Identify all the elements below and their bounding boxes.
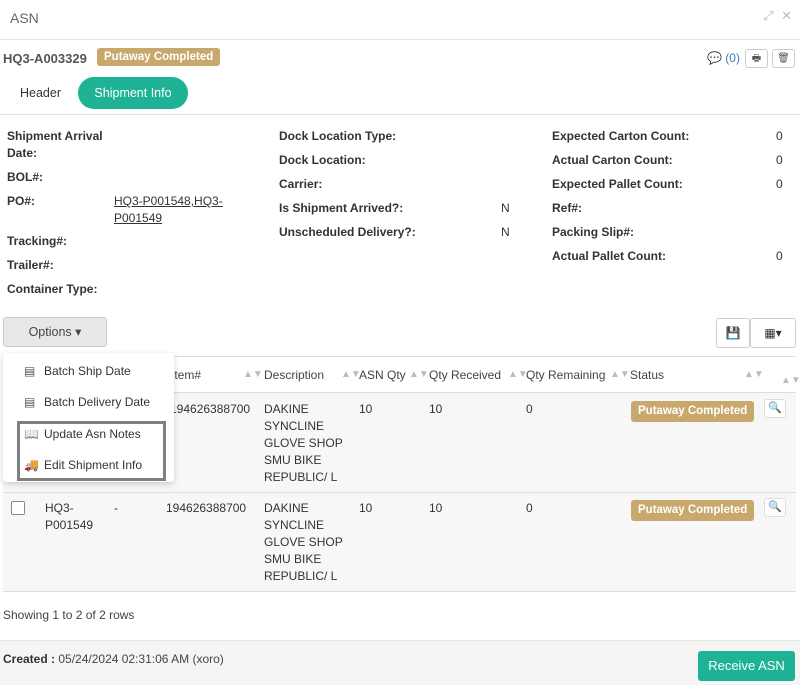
expected-carton-count-value: 0 — [776, 129, 783, 143]
row-dash: - — [114, 501, 118, 515]
footer: Created : 05/24/2024 02:31:06 AM (xoro) … — [0, 640, 800, 685]
sort-icon[interactable]: ▲▼ — [409, 357, 429, 393]
qty-remaining: 0 — [526, 402, 533, 416]
item-number: 194626388700 — [170, 402, 251, 416]
pagination-info: Showing 1 to 2 of 2 rows — [3, 608, 135, 622]
field-expected-carton-count: Expected Carton Count: — [552, 129, 690, 143]
asn-number: HQ3-A003329 — [3, 51, 87, 66]
options-button[interactable]: Options ▾ — [3, 317, 107, 347]
field-unscheduled-delivery: Unscheduled Delivery?: — [279, 225, 416, 239]
item-description: DAKINE SYNCLINE GLOVE SHOP SMU BIKE REPU… — [264, 501, 343, 583]
field-packing-slip: Packing Slip#: — [552, 225, 635, 239]
sort-icon[interactable]: ▲▼ — [744, 357, 764, 393]
col-description[interactable]: Description — [264, 357, 324, 393]
is-shipment-arrived-value: N — [501, 201, 510, 215]
highlight-box — [17, 421, 166, 481]
col-item[interactable]: Item# — [171, 357, 201, 393]
field-dock-location: Dock Location: — [279, 153, 366, 167]
magnifier-icon: 🔍 — [768, 501, 782, 513]
actual-carton-count-value: 0 — [776, 153, 783, 167]
status-badge: Putaway Completed — [97, 48, 221, 66]
field-actual-pallet-count: Actual Pallet Count: — [552, 249, 667, 263]
field-is-shipment-arrived: Is Shipment Arrived?: — [279, 201, 404, 215]
item-description: DAKINE SYNCLINE GLOVE SHOP SMU BIKE REPU… — [264, 402, 343, 484]
save-layout-button[interactable]: 💾 — [716, 318, 750, 348]
unscheduled-delivery-value: N — [501, 225, 510, 239]
receive-asn-button[interactable]: Receive ASN — [698, 651, 795, 681]
po-number: HQ3- P001549 — [45, 501, 94, 532]
qty-received: 10 — [429, 501, 443, 515]
row-status-badge: Putaway Completed — [631, 401, 755, 422]
asn-qty: 10 — [359, 501, 373, 515]
menu-item-batch-delivery-date[interactable]: ▤ Batch Delivery Date — [3, 391, 174, 413]
expected-pallet-count-value: 0 — [776, 177, 783, 191]
columns-icon: ▦▾ — [764, 326, 782, 340]
field-expected-pallet-count: Expected Pallet Count: — [552, 177, 683, 191]
print-icon: 🖶 — [751, 53, 762, 64]
created-info: Created : 05/24/2024 02:31:06 AM (xoro) — [3, 652, 224, 666]
list-icon: ▤ — [24, 395, 36, 409]
sort-icon[interactable]: ▲▼ — [610, 357, 630, 393]
field-dock-location-type: Dock Location Type: — [279, 129, 397, 143]
qty-received: 10 — [429, 402, 443, 416]
view-row-button[interactable]: 🔍 — [764, 399, 786, 418]
item-number: 194626388700 — [166, 501, 247, 515]
field-actual-carton-count: Actual Carton Count: — [552, 153, 673, 167]
comment-count: (0) — [725, 51, 740, 65]
sort-icon[interactable]: ▲▼ — [341, 357, 361, 393]
field-bol: BOL#: — [7, 170, 43, 184]
delete-button[interactable]: 🗑 — [772, 49, 795, 68]
actual-pallet-count-value: 0 — [776, 249, 783, 263]
menu-item-batch-ship-date[interactable]: ▤ Batch Ship Date — [3, 360, 174, 382]
asn-qty: 10 — [359, 402, 373, 416]
divider — [0, 114, 800, 115]
field-tracking: Tracking#: — [7, 234, 68, 248]
field-carrier: Carrier: — [279, 177, 323, 191]
field-ref: Ref#: — [552, 201, 583, 215]
col-qty-received[interactable]: Qty Received — [429, 357, 501, 393]
list-icon: ▤ — [24, 364, 36, 378]
col-asn-qty[interactable]: ASN Qty — [359, 357, 406, 393]
col-qty-remaining[interactable]: Qty Remaining — [526, 357, 605, 393]
field-container-type: Container Type: — [7, 282, 98, 296]
close-icon[interactable]: ✕ — [781, 8, 792, 23]
window-titlebar: ASN ⤢ ✕ — [0, 0, 800, 40]
po-link[interactable]: HQ3-P001548,HQ3- P001549 — [114, 193, 223, 227]
comments-link[interactable]: 💬 (0) — [707, 51, 740, 65]
tab-header[interactable]: Header — [20, 77, 61, 109]
comment-icon: 💬 — [707, 51, 722, 65]
row-checkbox[interactable] — [11, 501, 25, 515]
columns-button[interactable]: ▦▾ — [750, 318, 796, 348]
field-po: PO#: — [7, 194, 36, 208]
trash-icon: 🗑 — [777, 53, 790, 64]
table-row: HQ3- P001549 - 194626388700 DAKINE SYNCL… — [3, 493, 796, 592]
qty-remaining: 0 — [526, 501, 533, 515]
view-row-button[interactable]: 🔍 — [764, 498, 786, 517]
expand-icon[interactable]: ⤢ — [763, 8, 773, 23]
window-title: ASN — [10, 10, 39, 26]
magnifier-icon: 🔍 — [768, 402, 782, 414]
row-status-badge: Putaway Completed — [631, 500, 755, 521]
field-trailer: Trailer#: — [7, 258, 54, 272]
tab-shipment-info[interactable]: Shipment Info — [78, 77, 188, 109]
save-icon: 💾 — [725, 326, 741, 340]
sort-icon[interactable]: ▲▼ — [508, 357, 528, 393]
field-shipment-arrival-date: Shipment Arrival Date: — [7, 129, 103, 160]
print-button[interactable]: 🖶 — [745, 49, 768, 68]
col-status[interactable]: Status — [630, 357, 664, 393]
sort-icon[interactable]: ▲▼ — [243, 357, 263, 393]
